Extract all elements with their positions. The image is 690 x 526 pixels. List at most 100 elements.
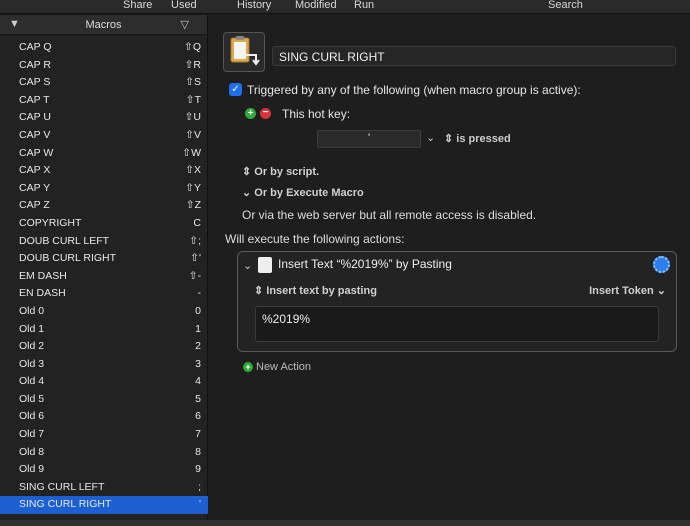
macro-name: CAP Q — [19, 41, 52, 53]
macro-hotkey: ⇧Z — [185, 199, 201, 212]
macro-name: DOUB CURL LEFT — [19, 234, 110, 247]
modified-column-button[interactable]: Modified — [295, 0, 337, 11]
macro-name-field[interactable]: SING CURL RIGHT — [272, 46, 676, 66]
macro-icon[interactable] — [223, 32, 265, 72]
macro-hotkey: 8 — [195, 445, 201, 458]
macro-hotkey: ⇧' — [190, 252, 201, 265]
macro-name: CAP V — [19, 128, 51, 141]
hotkey-field[interactable]: ' — [317, 130, 421, 148]
macro-list-item[interactable]: Old 7 7 — [0, 426, 208, 444]
macro-hotkey: ⇧Q — [184, 41, 201, 53]
gear-icon[interactable] — [653, 256, 670, 273]
macro-name: Old 9 — [19, 463, 45, 476]
macro-list-item[interactable]: Old 6 6 — [0, 408, 208, 426]
macro-hotkey: ⇧R — [184, 58, 201, 71]
macro-list-item[interactable]: Old 9 9 — [0, 461, 208, 479]
macro-list-item[interactable]: CAP W ⇧W — [0, 145, 208, 163]
insert-token-label: Insert Token — [589, 285, 654, 297]
or-by-execute-macro-disclosure[interactable]: ⌄ Or by Execute Macro — [242, 186, 364, 199]
macro-list-item[interactable]: DOUB CURL LEFT ⇧; — [0, 233, 208, 251]
macro-name: SING CURL RIGHT — [19, 498, 112, 511]
macro-name: Old 8 — [19, 445, 45, 458]
hotkey-menu-chevron-icon[interactable]: ⌄ — [426, 131, 435, 144]
macro-list-item[interactable]: Old 3 3 — [0, 356, 208, 374]
trigger-description: Triggered by any of the following (when … — [247, 83, 581, 97]
macro-list-item[interactable]: Old 8 8 — [0, 444, 208, 462]
macro-list-item[interactable]: CAP S ⇧S — [0, 74, 208, 92]
collapse-chevron-icon[interactable]: ⌄ — [243, 259, 252, 272]
macros-header-title: Macros — [85, 19, 122, 31]
run-button[interactable]: Run — [354, 0, 374, 11]
macro-name: Old 5 — [19, 392, 45, 405]
macro-name: COPYRIGHT — [19, 216, 82, 229]
insert-token-menu[interactable]: Insert Token ⌄ — [589, 284, 666, 297]
history-button[interactable]: History — [237, 0, 271, 11]
macro-list-item[interactable]: Old 0 0 — [0, 303, 208, 321]
macro-list-item[interactable]: Old 2 2 — [0, 338, 208, 356]
macro-list-item[interactable]: CAP X ⇧X — [0, 162, 208, 180]
macro-list-item[interactable]: CAP T ⇧T — [0, 92, 208, 110]
macro-name: CAP S — [19, 76, 51, 89]
macro-hotkey: ⇧S — [185, 76, 201, 89]
macro-hotkey: ⇧W — [182, 146, 201, 159]
macro-name: Old 4 — [19, 375, 45, 388]
macro-hotkey: ; — [198, 480, 201, 493]
updown-arrows-icon: ⇕ — [242, 166, 252, 178]
macros-header[interactable]: ▼ Macros ▽ — [0, 15, 207, 35]
search-button[interactable]: Search — [548, 0, 583, 11]
macro-name: DOUB CURL RIGHT — [19, 252, 117, 265]
macro-list-item[interactable]: Old 1 1 — [0, 321, 208, 339]
macro-hotkey: ⇧; — [189, 234, 201, 247]
macro-list-item[interactable]: COPYRIGHT C — [0, 215, 208, 233]
add-trigger-button[interactable]: + — [245, 108, 256, 119]
used-column-button[interactable]: Used — [171, 0, 197, 11]
insert-text-action[interactable]: ⌄ Insert Text “%2019%” by Pasting ⇕ Inse… — [237, 251, 677, 352]
insert-mode-select[interactable]: ⇕ Insert text by pasting — [254, 284, 377, 297]
macros-panel: ▼ Macros ▽ CAP Q ⇧Q CAP R ⇧R CAP S ⇧S CAP T ⇧T C… — [0, 15, 208, 526]
hotkey-condition-label: is pressed — [456, 133, 511, 145]
macro-name: CAP Y — [19, 181, 51, 194]
macro-name: Old 3 — [19, 357, 45, 370]
chevron-down-icon: ⌄ — [656, 285, 666, 297]
web-server-status: Or via the web server but all remote acc… — [242, 208, 537, 222]
macro-list-item[interactable]: CAP V ⇧V — [0, 127, 208, 145]
macro-name: CAP R — [19, 58, 51, 71]
macro-list-item[interactable]: EN DASH - — [0, 285, 208, 303]
insert-text-field[interactable]: %2019% — [255, 306, 659, 342]
macro-name: SING CURL LEFT — [19, 480, 105, 493]
chevron-down-icon: ⌄ — [242, 187, 252, 199]
hotkey-condition-select[interactable]: ⇕ is pressed — [444, 132, 511, 145]
macro-hotkey: ⇧- — [188, 269, 201, 282]
macro-name: EN DASH — [19, 287, 66, 300]
remove-trigger-button[interactable]: − — [260, 108, 271, 119]
macro-hotkey: ' — [198, 498, 201, 511]
new-action-button[interactable]: + New Action — [243, 361, 311, 373]
macro-list-item[interactable]: Old 5 5 — [0, 391, 208, 409]
macro-name: CAP Z — [19, 199, 50, 212]
macro-list-item[interactable]: SING CURL RIGHT ' — [0, 496, 208, 515]
macro-hotkey: ⇧T — [185, 93, 201, 106]
macro-hotkey: 7 — [195, 428, 201, 441]
macro-list-item[interactable]: SING CURL LEFT; — [0, 479, 208, 497]
macro-list-item[interactable]: CAP R ⇧R — [0, 57, 208, 75]
actions-heading: Will execute the following actions: — [225, 232, 405, 246]
trigger-checkbox[interactable]: ✓ — [229, 83, 242, 96]
macro-hotkey: C — [193, 216, 201, 229]
macro-list-item[interactable]: CAP Q ⇧Q — [0, 39, 208, 57]
macro-name: Old 0 — [19, 304, 45, 317]
macro-name: Old 6 — [19, 410, 45, 423]
sort-triangle-icon[interactable]: ▽ — [181, 18, 189, 31]
macro-list-item[interactable]: Old 4 4 — [0, 373, 208, 391]
or-by-execute-macro-label: Or by Execute Macro — [254, 187, 364, 199]
macro-hotkey: ⇧X — [185, 164, 201, 177]
action-title: Insert Text “%2019%” by Pasting — [278, 257, 452, 271]
macro-list-item[interactable]: EM DASH ⇧- — [0, 268, 208, 286]
macro-list-item[interactable]: CAP U ⇧U — [0, 109, 208, 127]
macro-list-item[interactable]: DOUB CURL RIGHT ⇧' — [0, 250, 208, 268]
or-by-script-disclosure[interactable]: ⇕ Or by script. — [242, 165, 319, 178]
toolbar: Share Used History Modified Run Search — [0, 0, 690, 14]
macro-list-item[interactable]: CAP Z ⇧Z — [0, 197, 208, 215]
macro-list-item[interactable]: CAP Y ⇧Y — [0, 180, 208, 198]
share-button[interactable]: Share — [123, 0, 152, 11]
macro-hotkey: - — [197, 287, 202, 300]
